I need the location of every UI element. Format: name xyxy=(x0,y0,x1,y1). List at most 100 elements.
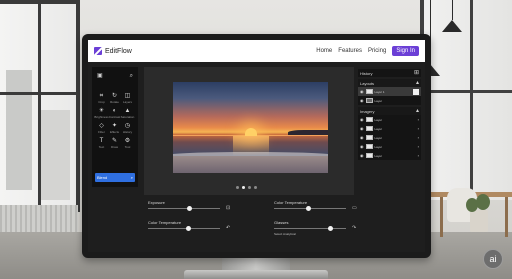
expand-icon[interactable]: ⊞ xyxy=(414,70,419,76)
color-temperature-top-label: Color Temperature xyxy=(274,200,308,205)
glasses-label: Glasses xyxy=(274,220,289,225)
history-title: History xyxy=(360,70,373,76)
glasses-slider[interactable] xyxy=(274,226,346,231)
eye-icon[interactable]: ◉ xyxy=(360,89,364,94)
tool-rotate[interactable]: ↻ Rotate xyxy=(108,93,121,104)
sign-in-button[interactable]: Sign In xyxy=(392,46,419,56)
redo-icon[interactable]: ↷ xyxy=(352,225,356,231)
adjustments-panel: Exposure ⊡ Color Temperature ▭ Color Tem… xyxy=(144,198,419,248)
layers-panel: Layouts ▴ ◉ Layer 1 ◉ Layer xyxy=(358,79,421,105)
imagery-panel: Imagery ▴ ◉ Layer › ◉ Layer › ◉ Layer › … xyxy=(358,107,421,160)
carousel-pagination xyxy=(236,186,257,189)
search-icon: ⌕ xyxy=(130,175,133,180)
nav-features[interactable]: Features xyxy=(338,48,362,54)
saturation-icon: ▲ xyxy=(124,108,131,114)
rotate-icon: ↻ xyxy=(111,93,118,99)
tool-saturation[interactable]: ▲ Saturation xyxy=(121,108,135,119)
app-screen: EditFlow Home Features Pricing Sign In ▣… xyxy=(88,40,425,252)
text-icon: T xyxy=(99,138,104,144)
chevron-right-icon[interactable]: › xyxy=(418,144,419,149)
right-window xyxy=(420,0,512,200)
blend-button-label: Blend xyxy=(97,175,108,180)
tool-effects[interactable]: ✦ Effects xyxy=(108,123,121,134)
exposure-label: Exposure xyxy=(148,200,165,205)
imagery-thumbnail xyxy=(365,126,373,131)
distant-building xyxy=(40,110,70,200)
search-icon[interactable]: ⌕ xyxy=(130,73,133,79)
color-temperature-top-control: Color Temperature ▭ xyxy=(274,200,374,211)
blend-button[interactable]: Blend ⌕ xyxy=(95,173,135,182)
imagery-row[interactable]: ◉ Layer › xyxy=(358,124,421,133)
monitor-base xyxy=(184,270,328,279)
imagery-section-header[interactable]: Imagery ▴ xyxy=(358,107,421,115)
color-temperature-left-slider-handle[interactable] xyxy=(186,226,191,231)
color-temperature-left-control: Color Temperature ↶ xyxy=(148,220,248,231)
eye-icon[interactable]: ◉ xyxy=(360,144,364,149)
right-panel: History ⊞ Layouts ▴ ◉ Layer 1 ◉ Layer Im… xyxy=(358,67,421,192)
tool-text[interactable]: T Text xyxy=(95,138,108,149)
layer-row[interactable]: ◉ Layer xyxy=(358,96,421,105)
chevron-right-icon[interactable]: › xyxy=(418,135,419,140)
left-window xyxy=(0,0,80,212)
chevron-up-icon: ▴ xyxy=(415,108,419,114)
plant xyxy=(470,210,488,232)
tools-header: ▣ ⌕ xyxy=(94,71,136,81)
chevron-right-icon[interactable]: › xyxy=(418,117,419,122)
image-icon[interactable]: ▣ xyxy=(97,73,103,79)
eye-icon[interactable]: ◉ xyxy=(360,126,364,131)
imagery-section-label: Imagery xyxy=(360,108,375,114)
nav-home[interactable]: Home xyxy=(316,48,332,54)
pagination-dot[interactable] xyxy=(248,186,251,189)
frame-icon[interactable]: ▭ xyxy=(352,205,357,211)
layer-color-swatch xyxy=(413,88,419,95)
image-adjust-icon[interactable]: ⊡ xyxy=(226,205,230,211)
imagery-thumbnail xyxy=(365,135,373,140)
nav-pricing[interactable]: Pricing xyxy=(368,48,386,54)
tool-brightness[interactable]: ☀ Brightness xyxy=(94,108,108,119)
exposure-slider[interactable] xyxy=(148,206,220,211)
layer-row[interactable]: ◉ Layer 1 xyxy=(358,87,421,96)
pagination-dot-active[interactable] xyxy=(242,186,245,189)
effects-icon: ✦ xyxy=(111,123,118,129)
tool-layers[interactable]: ◫ Layers xyxy=(121,93,134,104)
color-temperature-left-label: Color Temperature xyxy=(148,220,182,225)
brand-name: EditFlow xyxy=(105,47,132,55)
color-temperature-left-slider[interactable] xyxy=(148,226,220,231)
tool-filter[interactable]: ◇ Filter xyxy=(95,123,108,134)
tool-extra[interactable]: ⚙ Tool xyxy=(121,138,134,149)
contrast-icon: ◐ xyxy=(112,108,117,114)
nav-links: Home Features Pricing Sign In xyxy=(316,46,419,56)
pagination-dot[interactable] xyxy=(236,186,239,189)
color-temperature-top-slider[interactable] xyxy=(274,206,346,211)
history-icon: ◷ xyxy=(124,123,131,129)
history-panel-header: History ⊞ xyxy=(358,69,421,77)
eye-icon[interactable]: ◉ xyxy=(360,117,364,122)
chevron-right-icon[interactable]: › xyxy=(418,126,419,131)
layers-section-header[interactable]: Layouts ▴ xyxy=(358,79,421,87)
tool-contrast[interactable]: ◐ Contrast xyxy=(108,108,121,119)
imagery-row[interactable]: ◉ Layer › xyxy=(358,151,421,160)
undo-icon[interactable]: ↶ xyxy=(226,225,230,231)
tool-crop[interactable]: ⌗ Crop xyxy=(95,93,108,104)
layer-thumbnail xyxy=(365,89,373,94)
tool-history[interactable]: ◷ History xyxy=(121,123,134,134)
imagery-thumbnail xyxy=(365,144,373,149)
eye-icon[interactable]: ◉ xyxy=(360,98,364,103)
layer-thumbnail xyxy=(365,98,373,103)
imagery-row[interactable]: ◉ Layer › xyxy=(358,133,421,142)
tool-draw[interactable]: ✎ Draw xyxy=(108,138,121,149)
glasses-slider-handle[interactable] xyxy=(328,226,333,231)
imagery-row[interactable]: ◉ Layer › xyxy=(358,115,421,124)
sunset-beach-photo[interactable] xyxy=(173,82,328,173)
eye-icon[interactable]: ◉ xyxy=(360,153,364,158)
exposure-slider-handle[interactable] xyxy=(187,206,192,211)
layers-section-label: Layouts xyxy=(360,80,375,86)
imagery-thumbnail xyxy=(365,117,373,122)
chevron-right-icon[interactable]: › xyxy=(418,153,419,158)
monitor: EditFlow Home Features Pricing Sign In ▣… xyxy=(82,34,431,258)
pagination-dot[interactable] xyxy=(254,186,257,189)
top-nav: EditFlow Home Features Pricing Sign In xyxy=(88,40,425,62)
eye-icon[interactable]: ◉ xyxy=(360,135,364,140)
color-temperature-top-slider-handle[interactable] xyxy=(306,206,311,211)
imagery-row[interactable]: ◉ Layer › xyxy=(358,142,421,151)
